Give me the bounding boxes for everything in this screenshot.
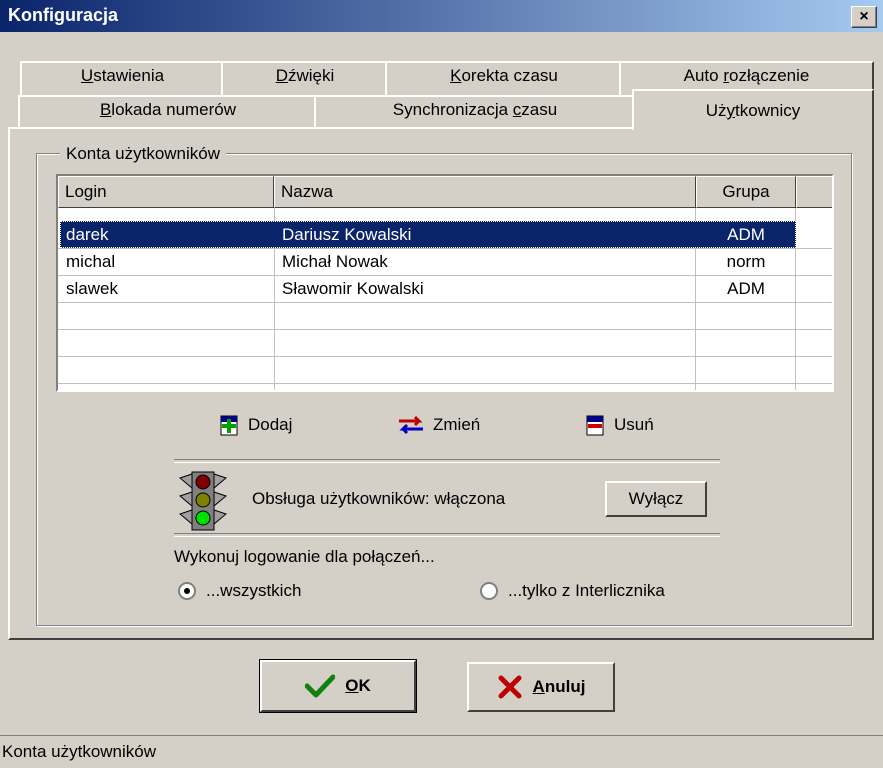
row-login[interactable]: michal [58, 248, 274, 275]
row-login: darek [66, 225, 109, 244]
row-group: ADM [727, 225, 765, 244]
tab-ustawienia[interactable]: Ustawienia [20, 61, 225, 97]
row-group[interactable]: ADM [696, 275, 796, 302]
login-mode-label: Wykonuj logowanie dla połączeń... [174, 547, 435, 566]
tab-uzytkownicy[interactable]: Użytkownicy [632, 89, 874, 130]
add-user-icon [220, 415, 238, 436]
row-name: Dariusz Kowalski [282, 225, 412, 244]
swap-arrows-icon [399, 415, 423, 435]
grid-line [58, 302, 832, 303]
delete-user-icon [586, 415, 604, 436]
row-login[interactable]: slawek [58, 275, 274, 302]
grid-line [58, 383, 832, 384]
cancel-x-icon [498, 675, 522, 699]
traffic-light-icon [178, 471, 228, 531]
close-button[interactable]: × [851, 6, 877, 28]
close-icon: × [859, 8, 869, 25]
radio-all-connections[interactable]: ...wszystkich [178, 581, 301, 601]
checkmark-icon [305, 674, 336, 698]
tab-synchronizacja-czasu[interactable]: Synchronizacja czasu [314, 95, 636, 129]
separator [174, 533, 720, 537]
disable-users-button[interactable]: Wyłącz [605, 481, 707, 517]
tab-korekta-czasu[interactable]: Korekta czasu [385, 61, 623, 97]
ok-button[interactable]: OK [259, 659, 417, 713]
column-header-filler [796, 176, 832, 208]
row-name[interactable]: Sławomir Kowalski [274, 275, 694, 302]
group-title: Konta użytkowników [60, 144, 227, 164]
tab-blokada-numerow[interactable]: Blokada numerów [18, 95, 318, 129]
grid-line [58, 329, 832, 330]
cancel-button[interactable]: Anuluj [467, 662, 615, 712]
row-group[interactable]: norm [696, 248, 796, 275]
users-list[interactable]: Login Nazwa Grupa darek Dariusz Kowalski… [56, 174, 834, 392]
edit-user-button[interactable]: Zmień [397, 413, 480, 437]
status-bar: Konta użytkowników [0, 735, 883, 768]
status-text: Konta użytkowników [2, 742, 157, 761]
row-name[interactable]: Michał Nowak [274, 248, 694, 275]
column-header-group[interactable]: Grupa [696, 176, 796, 208]
window-title: Konfiguracja [8, 5, 119, 25]
grid-line [58, 356, 832, 357]
column-header-name[interactable]: Nazwa [274, 176, 696, 208]
radio-button-unchecked[interactable] [480, 582, 498, 600]
delete-user-button[interactable]: Usuń [584, 413, 654, 437]
radio-button-checked[interactable] [178, 582, 196, 600]
radio-interlicznik-only[interactable]: ...tylko z Interlicznika [480, 581, 665, 601]
tab-dzwieki[interactable]: Dźwięki [221, 61, 389, 97]
separator [174, 459, 720, 463]
add-user-button[interactable]: Dodaj [218, 413, 292, 437]
column-header-login[interactable]: Login [58, 176, 274, 208]
user-handling-status: Obsługa użytkowników: włączona [252, 489, 506, 508]
title-bar [0, 0, 883, 32]
